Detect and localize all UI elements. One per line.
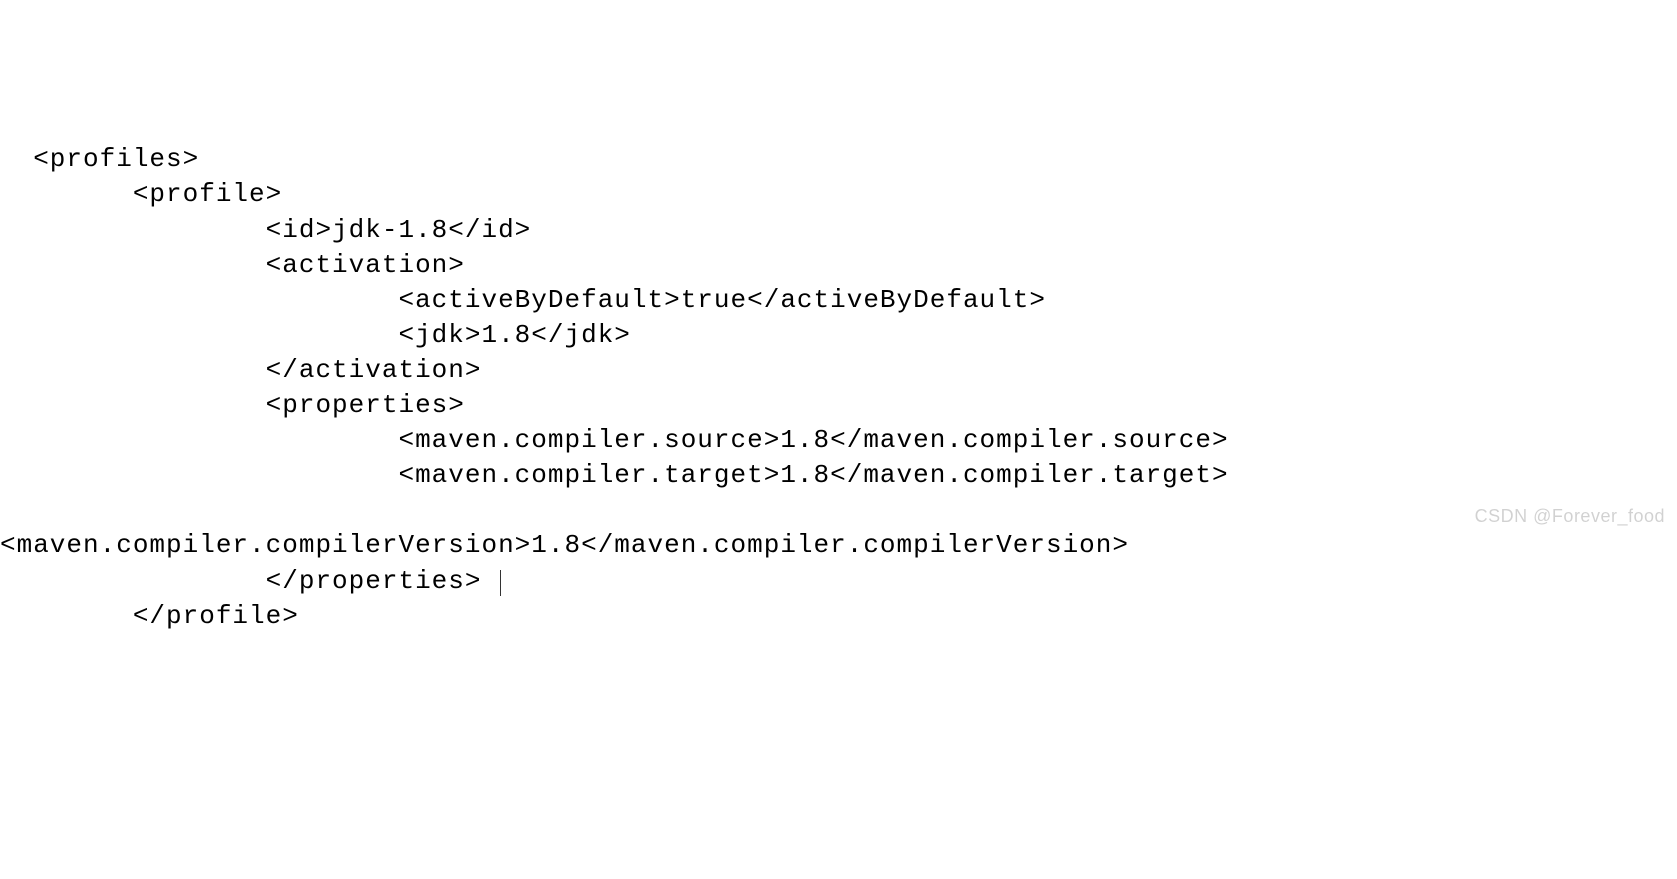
code-line: <profile> [0, 179, 282, 209]
code-block: <profiles> <profile> <id>jdk-1.8</id> <a… [0, 142, 1677, 633]
code-line: <maven.compiler.source>1.8</maven.compil… [0, 425, 1229, 455]
code-line: <jdk>1.8</jdk> [0, 320, 631, 350]
code-line: <properties> [0, 390, 465, 420]
code-line: </profile> [0, 601, 299, 631]
code-line: <id>jdk-1.8</id> [0, 215, 531, 245]
text-cursor [500, 570, 501, 596]
code-line: <maven.compiler.target>1.8</maven.compil… [0, 460, 1229, 490]
code-line: </activation> [0, 355, 481, 385]
code-line: <profiles> [0, 144, 199, 174]
code-line: <maven.compiler.compilerVersion>1.8</mav… [0, 530, 1129, 560]
code-line: </properties> [0, 566, 498, 596]
code-line: <activation> [0, 250, 465, 280]
watermark-text: CSDN @Forever_food [1475, 504, 1665, 528]
code-line: <activeByDefault>true</activeByDefault> [0, 285, 1046, 315]
